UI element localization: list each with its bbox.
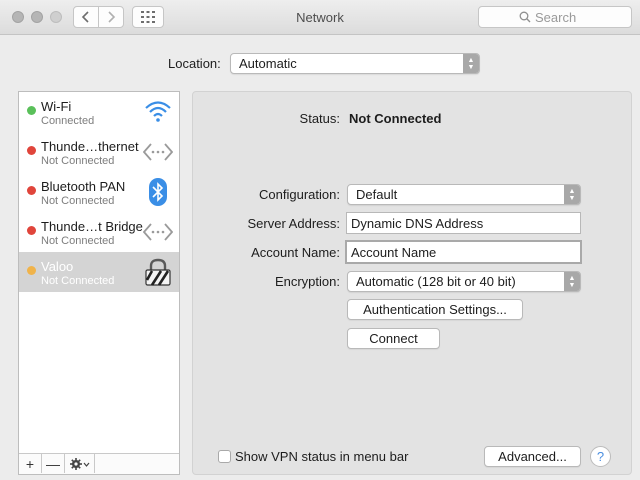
status-dot-disconnected (27, 186, 36, 195)
location-value: Automatic (239, 56, 297, 71)
configuration-label: Configuration: (259, 187, 340, 202)
add-service-button[interactable]: + (19, 454, 42, 473)
ethernet-arrows-icon (143, 143, 173, 161)
status-dot-disconnected (27, 146, 36, 155)
service-item-bluetooth-pan[interactable]: Bluetooth PAN Not Connected (19, 172, 179, 212)
help-button[interactable]: ? (590, 446, 611, 467)
search-icon (519, 11, 531, 23)
configuration-popup[interactable]: Default ▲ ▼ (347, 184, 581, 205)
service-name: Thunde…t Bridge (41, 219, 143, 234)
vpn-lock-icon (145, 258, 171, 286)
server-address-label: Server Address: (247, 216, 341, 231)
status-dot-connected (27, 106, 36, 115)
service-list-controls: + — (19, 453, 179, 474)
popup-arrows-icon: ▲ ▼ (463, 54, 479, 73)
service-status: Not Connected (41, 195, 115, 207)
authentication-settings-button[interactable]: Authentication Settings... (347, 299, 523, 320)
service-name: Valoo (41, 259, 74, 274)
show-vpn-status-label: Show VPN status in menu bar (235, 449, 409, 464)
ethernet-arrows-icon (143, 223, 173, 241)
show-vpn-status-checkbox[interactable] (218, 450, 231, 463)
service-item-valoo[interactable]: Valoo Not Connected (19, 252, 179, 292)
status-dot-inactive (27, 266, 36, 275)
service-name: Thunde…thernet (41, 139, 139, 154)
wifi-icon (145, 101, 171, 122)
remove-service-button[interactable]: — (42, 454, 65, 473)
service-list: Wi-Fi Connected Thunde…thernet Not Conne… (18, 91, 180, 475)
search-field[interactable] (478, 6, 632, 28)
service-status: Not Connected (41, 235, 115, 247)
gear-icon (69, 457, 89, 470)
server-address-field[interactable] (346, 212, 581, 234)
service-name: Bluetooth PAN (41, 179, 126, 194)
service-status: Not Connected (41, 155, 115, 167)
encryption-value: Automatic (128 bit or 40 bit) (356, 274, 516, 289)
service-status: Connected (41, 115, 95, 127)
bluetooth-icon (149, 178, 167, 206)
location-label: Location: (168, 56, 221, 71)
advanced-button[interactable]: Advanced... (484, 446, 581, 467)
service-item-thunderbolt-ethernet[interactable]: Thunde…thernet Not Connected (19, 132, 179, 172)
account-name-field[interactable] (345, 240, 582, 264)
service-item-thunderbolt-bridge[interactable]: Thunde…t Bridge Not Connected (19, 212, 179, 252)
encryption-popup[interactable]: Automatic (128 bit or 40 bit) ▲ ▼ (347, 271, 581, 292)
service-item-wifi[interactable]: Wi-Fi Connected (19, 92, 179, 132)
service-name: Wi-Fi (41, 99, 72, 114)
search-input[interactable] (531, 9, 591, 25)
popup-arrows-icon: ▲ ▼ (564, 185, 580, 204)
service-status: Not Connected (41, 275, 115, 287)
status-value: Not Connected (349, 111, 442, 126)
status-dot-disconnected (27, 226, 36, 235)
popup-arrows-icon: ▲ ▼ (564, 272, 580, 291)
configuration-value: Default (356, 187, 398, 202)
title-bar: Network (0, 0, 640, 35)
encryption-label: Encryption: (274, 274, 340, 289)
account-name-label: Account Name: (251, 245, 340, 260)
action-menu-button[interactable] (65, 454, 95, 473)
status-label: Status: (299, 111, 340, 126)
location-popup[interactable]: Automatic ▲ ▼ (230, 53, 480, 74)
connect-button[interactable]: Connect (347, 328, 440, 349)
